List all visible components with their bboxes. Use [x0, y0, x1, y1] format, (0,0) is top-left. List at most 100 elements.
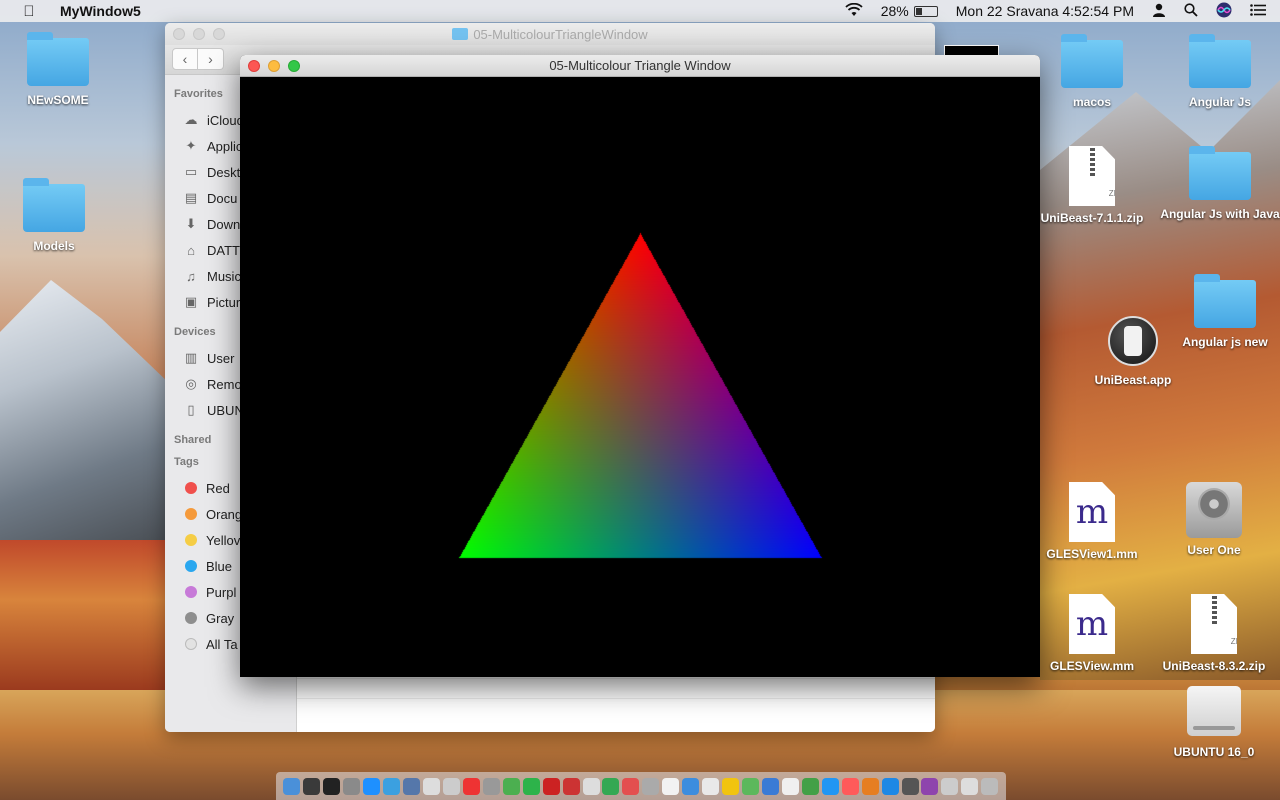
battery-status[interactable]: 28% — [881, 3, 938, 19]
dock-app-icon[interactable] — [303, 777, 321, 795]
user-icon[interactable] — [1152, 3, 1166, 20]
dock-app-icon[interactable] — [602, 777, 620, 795]
dock-app-icon[interactable] — [522, 777, 540, 795]
dock-app-icon[interactable] — [403, 777, 421, 795]
desktop-folder-macos[interactable]: macos — [1032, 34, 1152, 110]
cd-icon: ◎ — [185, 376, 197, 391]
minimize-button[interactable] — [268, 60, 280, 72]
dock-app-icon[interactable] — [981, 777, 999, 795]
folder-icon — [1189, 146, 1251, 200]
dock-app-icon[interactable] — [343, 777, 361, 795]
dock-app-icon[interactable] — [821, 777, 839, 795]
desktop-icon-label: UniBeast-7.1.1.zip — [1040, 211, 1144, 225]
desktop-folder-newsome[interactable]: NEwSOME — [0, 32, 118, 108]
dock-app-icon[interactable] — [841, 777, 859, 795]
tag-label: Blue — [206, 558, 233, 574]
dock-app-icon[interactable] — [901, 777, 919, 795]
dock-app-icon[interactable] — [582, 777, 600, 795]
dock-app-icon[interactable] — [861, 777, 879, 795]
dock-app-icon[interactable] — [682, 777, 700, 795]
tag-label: Purpl — [206, 584, 237, 600]
dock-app-icon[interactable] — [363, 777, 381, 795]
dock-app-icon[interactable] — [961, 777, 979, 795]
close-button[interactable] — [248, 60, 260, 72]
desktop-folder-angular-js[interactable]: Angular Js — [1160, 34, 1280, 110]
menu-bar:  MyWindow5 28% Mon 22 Sravana 4:52:54 P… — [0, 0, 1280, 22]
zoom-button[interactable] — [288, 60, 300, 72]
desktop-folder-angular-js-new[interactable]: Angular js new — [1165, 274, 1280, 350]
desktop-file-unibeast-711-zip[interactable]: ZIP UniBeast-7.1.1.zip — [1032, 146, 1152, 226]
dock-app-icon[interactable] — [881, 777, 899, 795]
siri-icon[interactable] — [1216, 2, 1232, 21]
dock-app-icon[interactable] — [622, 777, 640, 795]
dock-app-icon[interactable] — [761, 777, 779, 795]
desktop-drive-ubuntu[interactable]: UBUNTU 16_0 — [1154, 686, 1274, 760]
triangle-window-titlebar[interactable]: 05-Multicolour Triangle Window — [240, 55, 1040, 77]
dock-app-icon[interactable] — [781, 777, 799, 795]
app-menu-name[interactable]: MyWindow5 — [60, 3, 141, 19]
dock-app-icon[interactable] — [941, 777, 959, 795]
drive-icon: ▯ — [187, 402, 195, 417]
dock-app-icon[interactable] — [801, 777, 819, 795]
window-controls — [248, 60, 300, 72]
desktop-file-glesview-mm[interactable]: m GLESView.mm — [1032, 594, 1152, 674]
dock-app-icon[interactable] — [702, 777, 720, 795]
dock-app-icon[interactable] — [323, 777, 341, 795]
sidebar-item-label: Remo — [207, 376, 242, 392]
triangle-window-title: 05-Multicolour Triangle Window — [549, 58, 731, 73]
desktop-file-unibeast-832-zip[interactable]: ZIP UniBeast-8.3.2.zip — [1154, 594, 1274, 674]
desktop-file-glesview1-mm[interactable]: m GLESView1.mm — [1032, 482, 1152, 562]
battery-icon — [913, 5, 938, 17]
list-row[interactable] — [297, 698, 935, 718]
finder-minimize-button[interactable] — [193, 28, 205, 40]
back-button[interactable]: ‹ — [172, 48, 198, 70]
tag-color-dot — [185, 534, 197, 546]
folder-icon — [1189, 34, 1251, 88]
dock-app-icon[interactable] — [462, 777, 480, 795]
nav-buttons: ‹ › — [172, 48, 224, 70]
dock-app-icon[interactable] — [722, 777, 740, 795]
dock-app-icon[interactable] — [502, 777, 520, 795]
desktop-icon-label: UniBeast.app — [1094, 373, 1172, 387]
desktop-disk-user-one[interactable]: User One — [1154, 482, 1274, 558]
desktop-folder-angular-js-java[interactable]: Angular Js with Java — [1160, 146, 1280, 222]
finder-zoom-button[interactable] — [213, 28, 225, 40]
dock-app-icon[interactable] — [642, 777, 660, 795]
apple-icon[interactable]:  — [20, 3, 38, 20]
search-icon[interactable] — [1184, 2, 1198, 20]
desktop-icon-label: UBUNTU 16_0 — [1173, 745, 1255, 759]
wifi-icon[interactable] — [845, 2, 863, 20]
forward-button[interactable]: › — [198, 48, 224, 70]
desktop-icon-label: GLESView.mm — [1049, 659, 1135, 673]
camera-icon: ▣ — [184, 294, 198, 309]
list-row[interactable] — [297, 678, 935, 698]
tag-label: Red — [206, 480, 230, 496]
dock-app-icon[interactable] — [662, 777, 680, 795]
desktop-icon-label: UniBeast-8.3.2.zip — [1162, 659, 1266, 673]
dock-app-icon[interactable] — [921, 777, 939, 795]
finder-window-controls — [173, 28, 225, 40]
notification-center-icon[interactable] — [1250, 3, 1266, 19]
desktop-folder-models[interactable]: Models — [0, 178, 114, 254]
sidebar-item-label: Pictur — [207, 294, 241, 310]
opengl-canvas[interactable] — [240, 77, 1040, 677]
external-drive-icon — [1187, 686, 1241, 736]
dock-app-icon[interactable] — [742, 777, 760, 795]
sidebar-item-label: Down — [207, 216, 241, 232]
dock-app-icon[interactable] — [542, 777, 560, 795]
dock-app-icon[interactable] — [383, 777, 401, 795]
dock-app-icon[interactable] — [562, 777, 580, 795]
dock-app-icon[interactable] — [283, 777, 301, 795]
zip-file-icon: ZIP — [1069, 146, 1115, 206]
dock-app-icon[interactable] — [442, 777, 460, 795]
dock — [276, 772, 1006, 800]
sidebar-item-label: Docu — [207, 190, 238, 206]
menubar-clock[interactable]: Mon 22 Sravana 4:52:54 PM — [956, 3, 1134, 19]
chevron-right-icon: › — [208, 51, 213, 67]
dock-app-icon[interactable] — [423, 777, 441, 795]
folder-icon — [452, 28, 469, 40]
finder-titlebar[interactable]: 05-MulticolourTriangleWindow — [165, 23, 935, 45]
dock-app-icon[interactable] — [482, 777, 500, 795]
finder-close-button[interactable] — [173, 28, 185, 40]
home-icon: ⌂ — [187, 242, 195, 258]
